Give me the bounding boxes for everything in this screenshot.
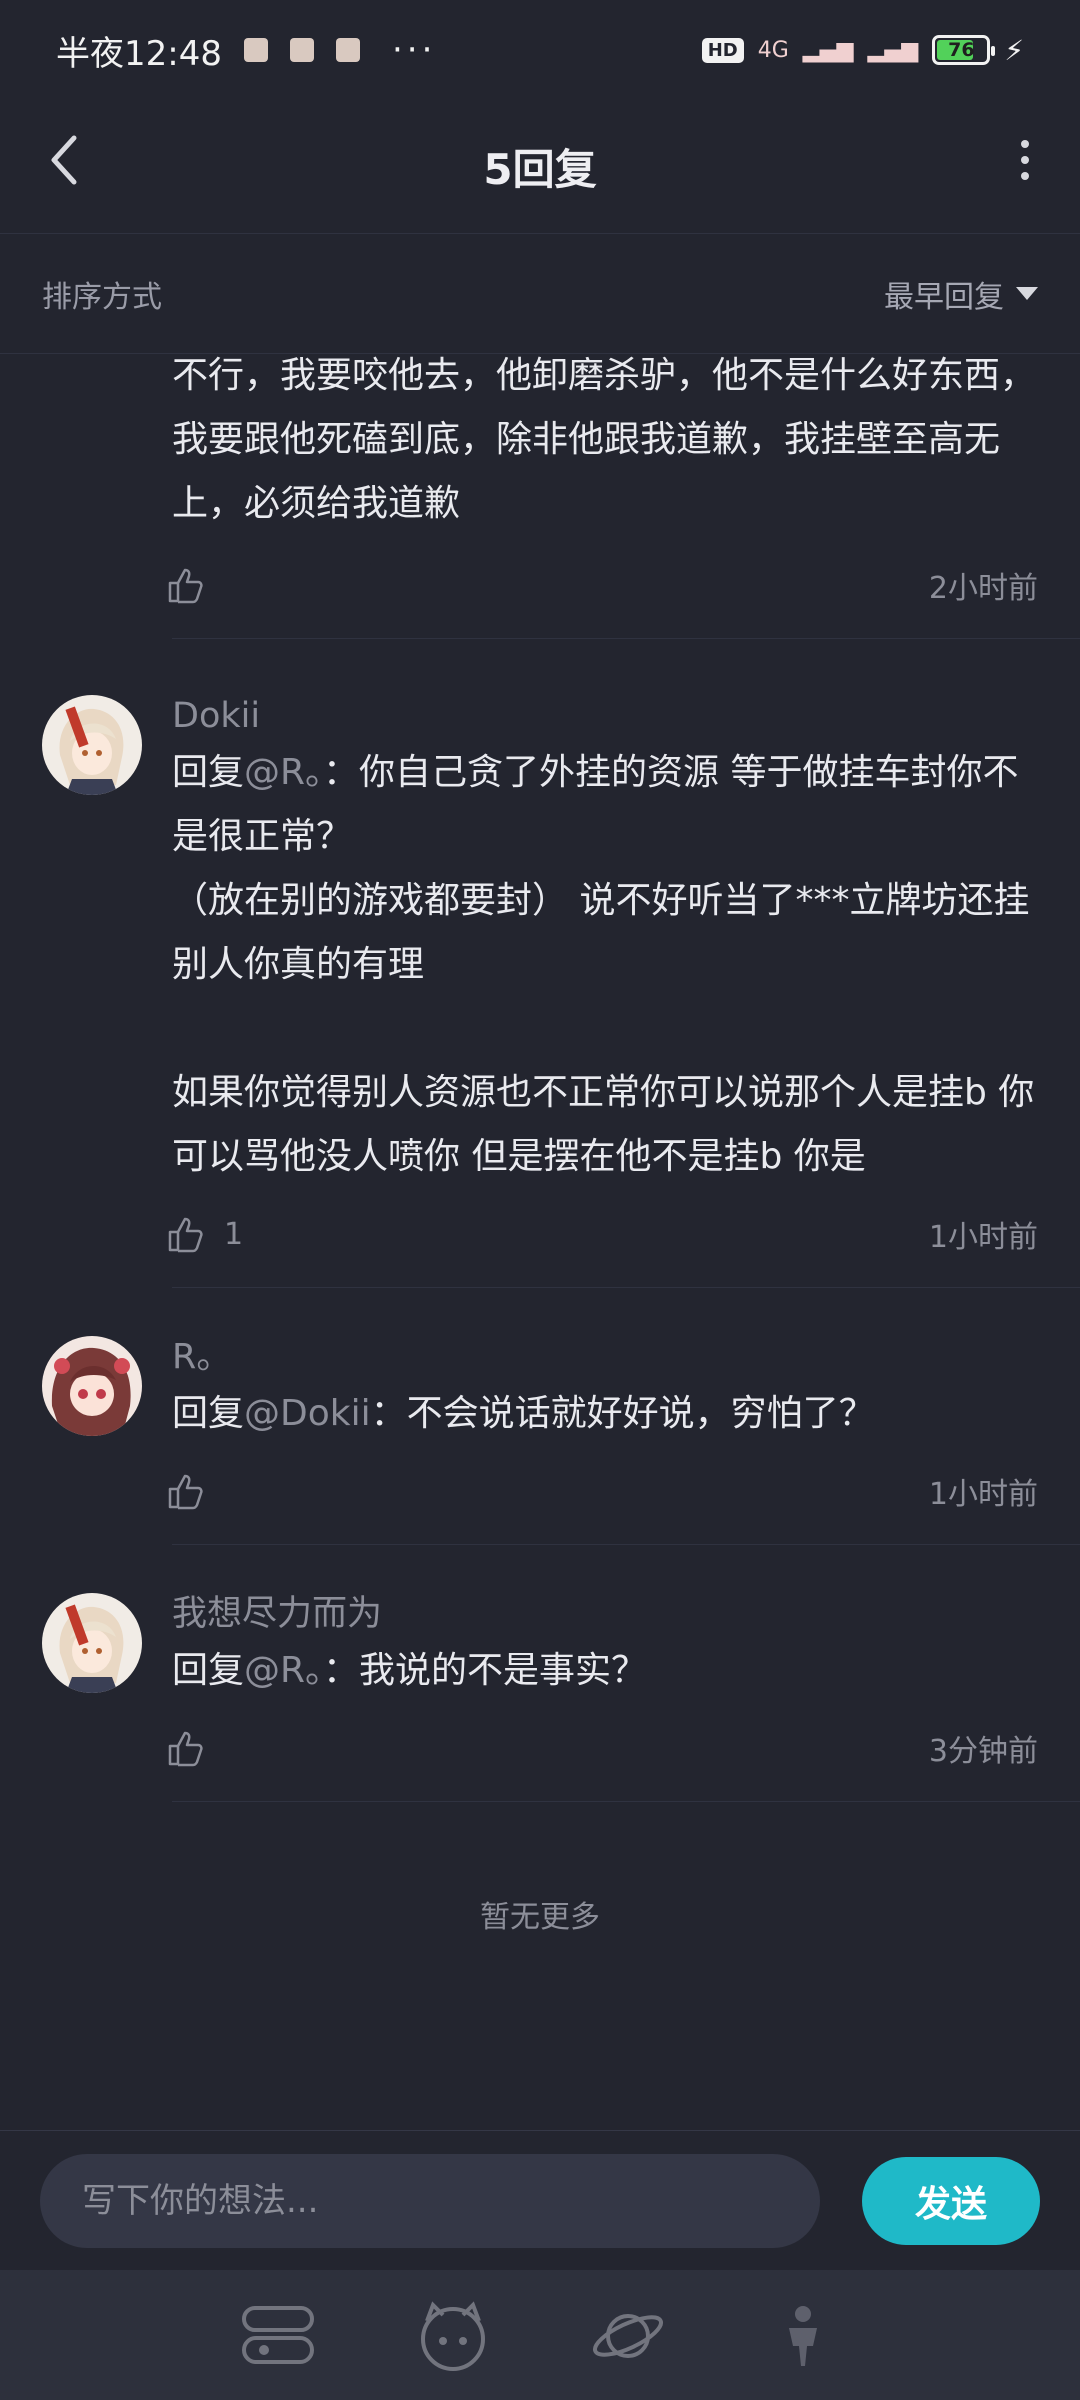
signal-icon: ▂▄▆ [802, 37, 854, 63]
nav-tab-character[interactable] [408, 2295, 498, 2375]
battery-level: 76 [948, 39, 975, 61]
sort-label: 排序方式 [42, 279, 162, 315]
comment-item: 不行，我要咬他去，他卸磨杀驴，他不是什么好东西，我要跟他死磕到底，除非他跟我道歉… [0, 344, 1080, 630]
sort-bar: 排序方式 最早回复 [0, 234, 1080, 354]
anime-avatar-image [42, 695, 142, 795]
comment-time: 3分钟前 [928, 1734, 1038, 1769]
battery-icon: 76 [932, 35, 996, 65]
mention-link[interactable]: @Dokii [244, 1393, 371, 1434]
comment-meta: 2小时前 [168, 540, 1038, 630]
comment-meta: 1小时前 [168, 1446, 1038, 1536]
comment-time: 2小时前 [928, 571, 1038, 606]
thumbs-up-icon [168, 1474, 203, 1510]
game-controller-icon [241, 2306, 314, 2364]
like-button[interactable]: 1 [164, 1212, 243, 1256]
comment-username[interactable]: R。 [172, 1332, 1038, 1382]
comment-text: 回复@Dokii：不会说话就好好说，穷怕了？ [172, 1393, 875, 1434]
hd-badge: HD [701, 37, 744, 63]
planet-icon [592, 2314, 663, 2358]
sort-selected: 最早回复 [884, 279, 1004, 315]
comment-meta: 1 1小时前 [168, 1189, 1038, 1279]
mention-link[interactable]: @R。 [244, 1650, 323, 1691]
comment-username[interactable]: 我想尽力而为 [172, 1589, 1038, 1639]
comment-text: 回复@R。：你自己贪了外挂的资源 等于做挂车封你不是很正常？ （放在别的游戏都要… [172, 752, 1035, 1177]
avatar[interactable] [42, 1593, 142, 1693]
nav-tab-profile[interactable] [758, 2295, 848, 2375]
comment-item: 我想尽力而为 回复@R。：我说的不是事实？ 3分钟前 [0, 1545, 1080, 1793]
mention-link[interactable]: @R。 [244, 752, 323, 793]
more-notifications-icon: ··· [391, 30, 437, 70]
anime-avatar-image [42, 1593, 142, 1693]
status-bar: 半夜12:48 ··· HD 4G ▂▄▆ ▂▄▆ 76 ⚡ [0, 0, 1080, 100]
more-vertical-icon[interactable] [1010, 130, 1040, 190]
comment-time: 1小时前 [928, 1220, 1038, 1255]
notification-app-icon [243, 38, 268, 62]
page-header: 5回复 [0, 100, 1080, 234]
notification-app-icon [289, 38, 314, 62]
thumbs-up-icon [168, 568, 203, 604]
status-time: 半夜12:48 [56, 33, 222, 74]
thumbs-up-icon [168, 1731, 203, 1767]
like-button[interactable] [164, 1469, 224, 1513]
page-title: 5回复 [483, 145, 597, 194]
bottom-nav [0, 2270, 1080, 2400]
comment-time: 1小时前 [928, 1477, 1038, 1512]
divider [172, 1801, 1080, 1802]
back-icon[interactable] [44, 130, 84, 190]
notification-app-icon [335, 38, 360, 62]
like-count: 1 [224, 1216, 244, 1252]
comment-meta: 3分钟前 [168, 1703, 1038, 1793]
no-more-text: 暂无更多 [480, 1900, 600, 1935]
nav-tab-game[interactable] [233, 2295, 323, 2375]
like-button[interactable] [164, 1726, 224, 1770]
avatar[interactable] [42, 1336, 142, 1436]
comment-input[interactable] [40, 2153, 820, 2248]
comment-item: R。 回复@Dokii：不会说话就好好说，穷怕了？ 1小时前 [0, 1288, 1080, 1536]
comment-list: 不行，我要咬他去，他卸磨杀驴，他不是什么好东西，我要跟他死磕到底，除非他跟我道歉… [0, 354, 1080, 1802]
charging-icon: ⚡ [1004, 33, 1024, 67]
like-button[interactable] [164, 563, 224, 607]
avatar[interactable] [42, 695, 142, 795]
comment-item: Dokii 回复@R。：你自己贪了外挂的资源 等于做挂车封你不是很正常？ （放在… [0, 639, 1080, 1279]
thumbs-up-icon [168, 1217, 203, 1253]
sort-dropdown[interactable]: 最早回复 [884, 272, 1038, 316]
comment-composer: 发送 [0, 2130, 1080, 2270]
network-type: 4G [757, 37, 789, 63]
nav-tab-community[interactable] [583, 2295, 673, 2375]
send-button[interactable]: 发送 [862, 2156, 1040, 2245]
caret-down-icon [1016, 287, 1038, 300]
person-icon [788, 2306, 817, 2366]
comment-text: 回复@R。：我说的不是事实？ [172, 1650, 648, 1691]
comment-username[interactable]: Dokii [172, 691, 1038, 741]
signal-icon: ▂▄▆ [867, 37, 919, 63]
comment-text: 不行，我要咬他去，他卸磨杀驴，他不是什么好东西，我要跟他死磕到底，除非他跟我道歉… [172, 355, 1037, 524]
mascot-face-icon [420, 2301, 485, 2371]
anime-avatar-image [42, 1336, 142, 1436]
